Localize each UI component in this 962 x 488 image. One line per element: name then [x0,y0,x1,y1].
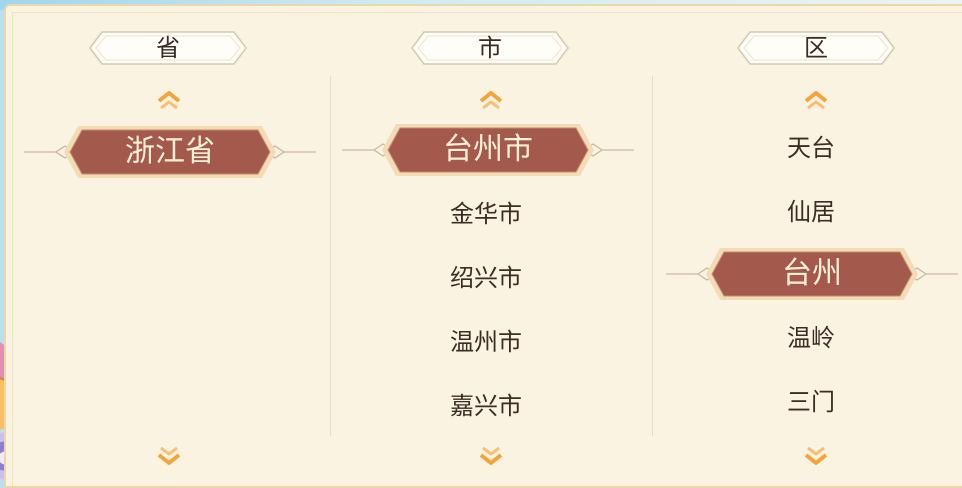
city-header: 市 [410,30,570,66]
province-header: 省 [88,30,248,66]
city-header-label: 市 [478,34,502,62]
chevron-up-icon[interactable] [478,90,504,110]
city-option[interactable]: 绍兴市 [400,258,572,298]
province-selected-option[interactable]: 浙江省 [20,124,320,180]
city-selected-option[interactable]: 台州市 [338,122,638,178]
city-option[interactable]: 温州市 [400,322,572,362]
city-option[interactable]: 嘉兴市 [400,386,572,426]
district-option[interactable]: 三门 [726,382,896,422]
chevron-down-icon[interactable] [156,446,182,466]
chevron-down-icon[interactable] [803,446,829,466]
province-selected-label: 浙江省 [125,134,215,169]
district-selected-label: 台州 [782,256,842,291]
province-header-label: 省 [156,34,180,62]
district-option[interactable]: 天台 [726,128,896,168]
district-option[interactable]: 仙居 [726,192,896,232]
chevron-up-icon[interactable] [803,90,829,110]
column-divider [652,76,653,436]
district-selected-option[interactable]: 台州 [662,246,962,302]
district-header-label: 区 [804,34,828,62]
chevron-down-icon[interactable] [478,446,504,466]
chevron-up-icon[interactable] [156,90,182,110]
district-header: 区 [736,30,896,66]
city-option[interactable]: 金华市 [400,194,572,234]
column-divider [330,76,331,436]
district-option[interactable]: 温岭 [726,318,896,358]
city-selected-label: 台州市 [443,132,533,167]
